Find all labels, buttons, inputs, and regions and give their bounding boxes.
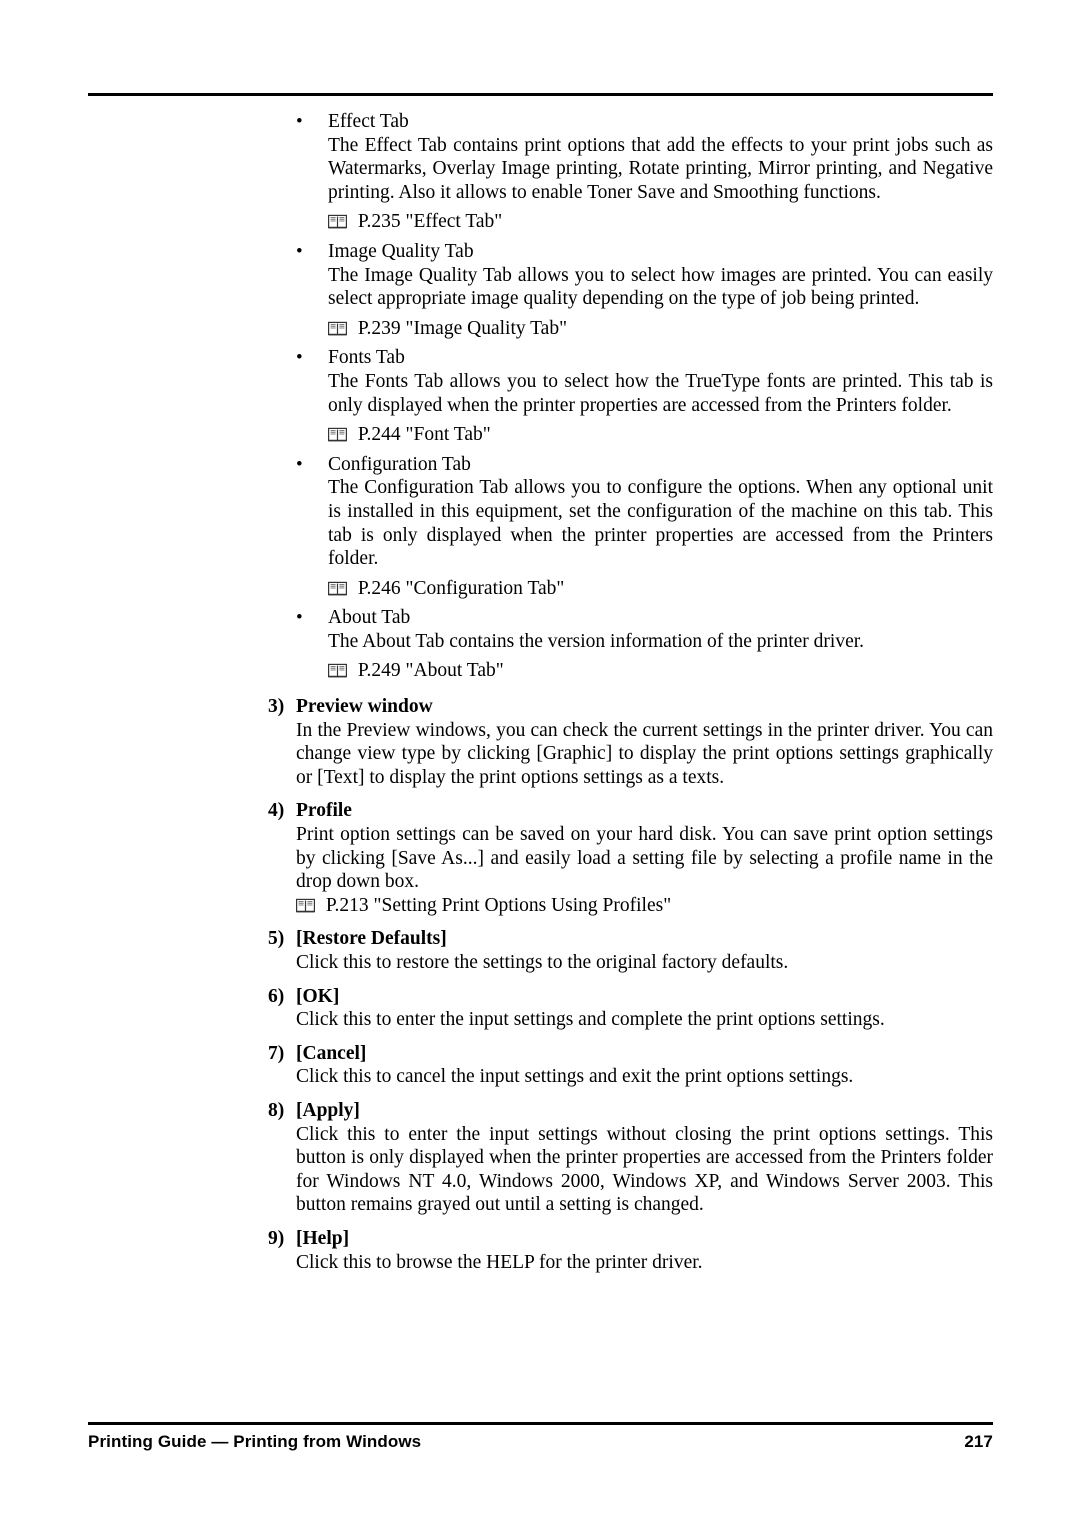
list-item: • Fonts Tab The Fonts Tab allows you to … — [88, 346, 993, 417]
book-icon — [328, 579, 347, 596]
numbered-section: 5) [Restore Defaults] Click this to rest… — [88, 927, 993, 974]
page-footer: Printing Guide — Printing from Windows 2… — [88, 1432, 993, 1452]
numbered-section: 4) Profile Print option settings can be … — [88, 799, 993, 917]
bullet-icon: • — [296, 240, 303, 262]
list-item: • Effect Tab The Effect Tab contains pri… — [88, 110, 993, 204]
list-item: • Configuration Tab The Configuration Ta… — [88, 453, 993, 571]
list-item-body: The Effect Tab contains print options th… — [328, 134, 993, 203]
section-heading: 8) [Apply] — [88, 1099, 993, 1123]
section-heading-label: [Apply] — [296, 1099, 360, 1121]
section-body: Click this to browse the HELP for the pr… — [296, 1251, 703, 1273]
section-heading: 4) Profile — [88, 799, 993, 823]
page-reference[interactable]: P.235 "Effect Tab" — [88, 210, 993, 234]
section-body-wrap: Click this to restore the settings to th… — [88, 951, 993, 975]
section-number: 9) — [268, 1227, 285, 1249]
numbered-section: 7) [Cancel] Click this to cancel the inp… — [88, 1042, 993, 1089]
section-number: 3) — [268, 696, 285, 718]
section-body: Print option settings can be saved on yo… — [296, 824, 993, 893]
footer-title: Printing Guide — Printing from Windows — [88, 1432, 422, 1451]
page-reference[interactable]: P.239 "Image Quality Tab" — [88, 317, 993, 341]
page-reference[interactable]: P.246 "Configuration Tab" — [88, 577, 993, 601]
list-item-body: The Image Quality Tab allows you to sele… — [328, 264, 993, 310]
section-number: 7) — [268, 1042, 285, 1064]
section-heading: 3) Preview window — [88, 695, 993, 719]
section-heading: 6) [OK] — [88, 985, 993, 1009]
book-icon — [328, 212, 347, 229]
list-item-title: About Tab — [328, 607, 411, 629]
section-heading: 9) [Help] — [88, 1227, 993, 1251]
section-body: Click this to enter the input settings w… — [296, 1123, 993, 1216]
document-page: • Effect Tab The Effect Tab contains pri… — [0, 0, 1080, 1526]
page-content: • Effect Tab The Effect Tab contains pri… — [88, 110, 993, 1274]
numbered-section: 6) [OK] Click this to enter the input se… — [88, 985, 993, 1032]
list-item-body: The Fonts Tab allows you to select how t… — [328, 370, 993, 416]
page-reference[interactable]: P.244 "Font Tab" — [88, 423, 993, 447]
book-icon — [328, 425, 347, 442]
section-body-wrap: Click this to enter the input settings w… — [88, 1123, 993, 1217]
list-item-title: Effect Tab — [328, 111, 409, 132]
list-item-body: The About Tab contains the version infor… — [328, 630, 865, 652]
section-body-wrap: In the Preview windows, you can check th… — [88, 719, 993, 790]
section-number: 6) — [268, 985, 285, 1007]
section-heading-label: Profile — [296, 800, 352, 822]
page-reference[interactable]: P.213 "Setting Print Options Using Profi… — [88, 894, 993, 918]
section-heading-label: Preview window — [296, 696, 433, 718]
book-icon — [296, 896, 315, 913]
section-body: Click this to enter the input settings a… — [296, 1009, 885, 1031]
section-body: Click this to cancel the input settings … — [296, 1066, 854, 1088]
section-body: Click this to restore the settings to th… — [296, 952, 789, 973]
page-reference[interactable]: P.249 "About Tab" — [88, 659, 993, 683]
bullet-icon: • — [296, 607, 303, 629]
section-heading-label: [Cancel] — [296, 1042, 367, 1064]
list-item: • About Tab The About Tab contains the v… — [88, 606, 993, 653]
footer-rule — [88, 1422, 993, 1425]
header-rule — [88, 93, 993, 96]
numbered-section: 3) Preview window In the Preview windows… — [88, 695, 993, 789]
section-number: 4) — [268, 800, 285, 822]
page-reference-label: P.213 "Setting Print Options Using Profi… — [325, 894, 672, 916]
list-item-title: Fonts Tab — [328, 347, 405, 369]
page-number: 217 — [964, 1432, 993, 1451]
section-heading: 7) [Cancel] — [88, 1042, 993, 1066]
list-item: • Image Quality Tab The Image Quality Ta… — [88, 240, 993, 311]
page-reference-label: P.239 "Image Quality Tab" — [357, 317, 568, 339]
section-body-wrap: Click this to browse the HELP for the pr… — [88, 1251, 993, 1275]
page-reference-label: P.249 "About Tab" — [357, 660, 504, 682]
page-reference-label: P.235 "Effect Tab" — [357, 211, 503, 233]
section-body-wrap: Click this to cancel the input settings … — [88, 1065, 993, 1089]
page-reference-label: P.246 "Configuration Tab" — [357, 577, 565, 599]
bullet-icon: • — [296, 453, 303, 475]
section-body-wrap: Print option settings can be saved on yo… — [88, 823, 993, 894]
numbered-section: 8) [Apply] Click this to enter the input… — [88, 1099, 993, 1217]
bullet-icon: • — [296, 111, 303, 132]
list-item-title: Image Quality Tab — [328, 240, 474, 262]
section-heading-label: [Help] — [296, 1227, 350, 1249]
section-body: In the Preview windows, you can check th… — [296, 719, 993, 788]
book-icon — [328, 319, 347, 336]
list-item-title: Configuration Tab — [328, 453, 471, 475]
section-heading-label: [OK] — [296, 985, 340, 1007]
section-body-wrap: Click this to enter the input settings a… — [88, 1008, 993, 1032]
bullet-icon: • — [296, 347, 303, 369]
section-number: 8) — [268, 1099, 285, 1121]
section-heading: 5) [Restore Defaults] — [88, 927, 993, 951]
list-item-body: The Configuration Tab allows you to conf… — [328, 477, 993, 570]
section-number: 5) — [268, 928, 285, 950]
section-heading-label: [Restore Defaults] — [296, 928, 447, 950]
numbered-section: 9) [Help] Click this to browse the HELP … — [88, 1227, 993, 1274]
book-icon — [328, 661, 347, 678]
page-reference-label: P.244 "Font Tab" — [357, 424, 491, 446]
